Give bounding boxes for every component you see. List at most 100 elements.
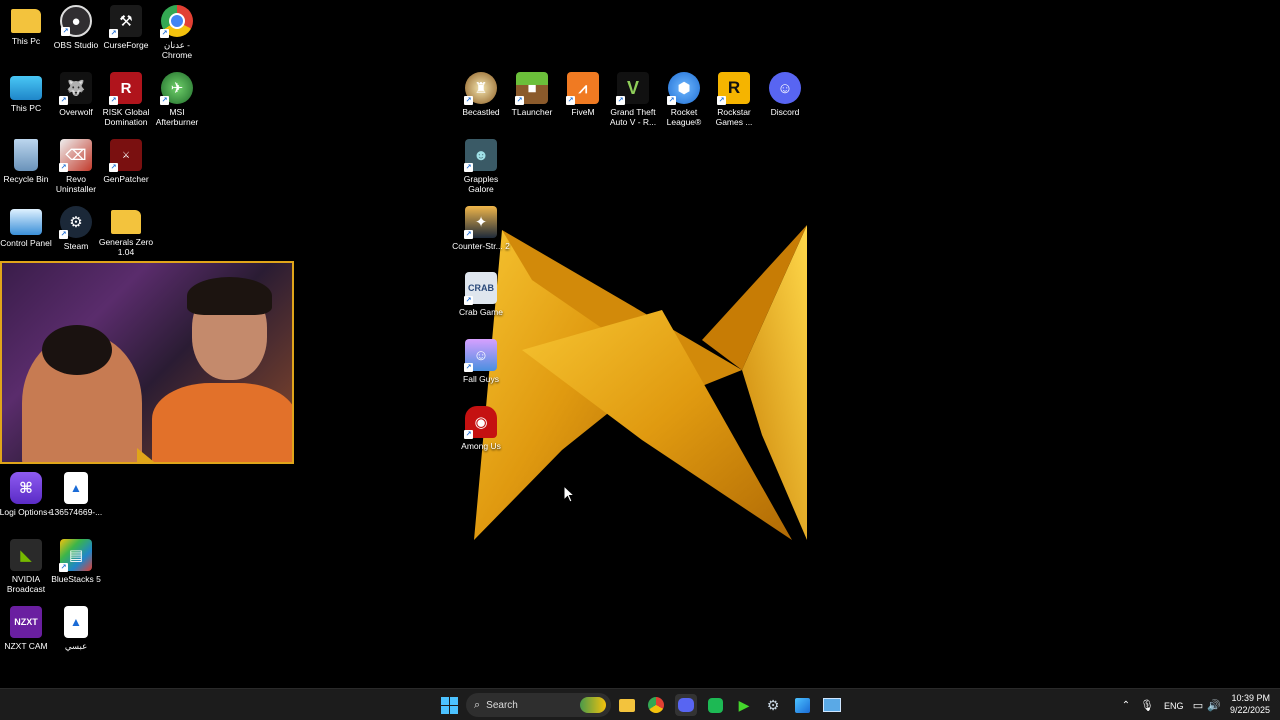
desktop-icon-crab-game[interactable]: CRAB ↗ Crab Game <box>456 272 506 317</box>
search-highlight-icon <box>580 697 606 713</box>
file-explorer-icon <box>619 698 635 712</box>
desktop-icon-fivem[interactable]: ⩘ ↗ FiveM <box>558 72 608 117</box>
network-icon: ▭ <box>1192 699 1204 712</box>
taskbar-spotify[interactable] <box>704 694 726 716</box>
paint-icon <box>794 697 810 713</box>
nzxt-icon: NZXT <box>10 606 42 638</box>
desktop-icon-nzxt[interactable]: NZXT NZXT CAM <box>1 606 51 651</box>
desktop-icon-becastled[interactable]: ♜ ↗ Becastled <box>456 72 506 117</box>
desktop-icon-generals[interactable]: Generals Zero 1.04 <box>99 206 153 257</box>
desktop-icon-obs[interactable]: ● ↗ OBS Studio <box>51 5 101 50</box>
chrome-icon <box>648 697 664 713</box>
desktop-icon-this-pc[interactable]: This PC <box>1 72 51 113</box>
desktop-icon-logi[interactable]: ⌘ Logi Options+ <box>0 472 52 517</box>
start-button[interactable] <box>438 694 460 716</box>
desktop-icon-among-us[interactable]: ◉ ↗ Among Us <box>456 406 506 451</box>
image-file-icon: ▲ <box>64 472 88 504</box>
discord-icon <box>678 698 694 712</box>
desktop-icon-bluestacks[interactable]: ▤ ↗ BlueStacks 5 <box>51 539 101 584</box>
desktop-icon-curseforge[interactable]: ⚒ ↗ CurseForge <box>101 5 151 50</box>
taskbar-discord[interactable] <box>675 694 697 716</box>
webcam-person-left-hair <box>42 325 112 375</box>
tray-microphone[interactable]: 🎙 <box>1136 694 1158 716</box>
crab-game-icon: CRAB ↗ <box>464 272 497 305</box>
icon-label: Discord <box>770 107 800 117</box>
chevron-up-icon: ⌃ <box>1121 699 1131 711</box>
desktop-icon-this-pc-folder[interactable]: This Pc <box>1 5 51 46</box>
genpatcher-icon: ⚔ ↗ <box>109 139 142 172</box>
discord-icon: ☺ <box>769 72 801 104</box>
taskbar-remote-desktop[interactable] <box>821 694 843 716</box>
icon-label: Fall Guys <box>463 374 499 384</box>
icon-label: عدنان - Chrome <box>161 40 193 60</box>
spotify-icon <box>707 697 723 713</box>
desktop-icon-chrome[interactable]: ↗ عدنان - Chrome <box>152 5 202 60</box>
recycle-bin-icon <box>14 139 38 171</box>
desktop: This Pc ● ↗ OBS Studio ⚒ ↗ CurseForge ↗ عد… <box>0 0 1280 688</box>
desktop-icon-msi[interactable]: ✈ ↗ MSI Afterburner <box>152 72 202 127</box>
icon-label: Generals Zero 1.04 <box>98 237 154 257</box>
clock-time: 10:39 PM <box>1231 693 1270 703</box>
desktop-icon-risk[interactable]: R ↗ RISK Global Domination <box>101 72 151 127</box>
icon-label: Rockstar Games ... <box>715 107 753 127</box>
obs-icon: ● ↗ <box>60 5 92 37</box>
desktop-icon-rocket-league[interactable]: ⬢ ↗ Rocket League® <box>659 72 709 127</box>
icon-label: عبسي <box>64 641 88 651</box>
msi-icon: ✈ ↗ <box>160 72 193 105</box>
icon-label: MSI Afterburner <box>155 107 199 127</box>
icon-label: TLauncher <box>511 107 553 117</box>
tray-volume[interactable]: 🔊 <box>1203 694 1225 716</box>
desktop-icon-nvidia[interactable]: ◣ NVIDIA Broadcast <box>1 539 51 594</box>
language-indicator[interactable]: ENG <box>1164 701 1184 711</box>
desktop-icon-tlauncher[interactable]: ■ ↗ TLauncher <box>507 72 557 117</box>
counter-strike-icon: ✦ ↗ <box>464 206 497 239</box>
fall-guys-icon: ☺ ↗ <box>464 339 497 372</box>
desktop-icon-genpatcher[interactable]: ⚔ ↗ GenPatcher <box>101 139 151 184</box>
grapples-icon: ☻ ↗ <box>464 139 497 172</box>
steam-icon: ⚙ <box>766 696 780 713</box>
desktop-icon-image-1[interactable]: ▲ 136574669-... <box>50 472 102 517</box>
desktop-icon-overwolf[interactable]: 🐺 ↗ Overwolf <box>51 72 101 117</box>
overwolf-icon: 🐺 ↗ <box>59 72 92 105</box>
taskbar-search-box[interactable]: ⌕ Search <box>466 693 611 717</box>
icon-label: Crab Game <box>459 307 503 317</box>
taskbar-razer[interactable]: ▶ <box>733 694 755 716</box>
icon-label: Grand Theft Auto V - R... <box>609 107 657 127</box>
desktop-icon-fall-guys[interactable]: ☺ ↗ Fall Guys <box>456 339 506 384</box>
icon-label: Among Us <box>461 441 501 451</box>
razer-icon: ▶ <box>738 696 750 713</box>
icon-label: BlueStacks 5 <box>51 574 101 584</box>
mouse-cursor-icon <box>564 486 576 503</box>
windows-logo-icon <box>440 696 458 714</box>
desktop-icon-image-2[interactable]: ▲ عبسي <box>51 606 101 651</box>
icon-label: CurseForge <box>103 40 149 50</box>
tray-overflow-button[interactable]: ⌃ <box>1115 694 1137 716</box>
chrome-icon: ↗ <box>160 5 193 38</box>
revo-icon: ⌫ ↗ <box>59 139 92 172</box>
desktop-icon-steam[interactable]: ⚙ ↗ Steam <box>51 206 101 251</box>
taskbar-chrome[interactable] <box>645 694 667 716</box>
taskbar-paint[interactable] <box>791 694 813 716</box>
microphone-icon: 🎙 <box>1140 699 1154 712</box>
desktop-icon-rockstar[interactable]: R ↗ Rockstar Games ... <box>709 72 759 127</box>
desktop-icon-discord[interactable]: ☺ Discord <box>760 72 810 117</box>
icon-label: Counter-Str... 2 <box>452 241 510 251</box>
icon-label: RISK Global Domination <box>102 107 150 127</box>
tray-clock[interactable]: 10:39 PM 9/22/2025 <box>1226 693 1270 715</box>
logi-icon: ⌘ <box>10 472 42 504</box>
taskbar-file-explorer[interactable] <box>616 694 638 716</box>
webcam-overlay[interactable] <box>0 261 294 464</box>
desktop-icon-recycle-bin[interactable]: Recycle Bin <box>1 139 51 184</box>
icon-label: Grapples Galore <box>463 174 499 194</box>
desktop-icon-gta[interactable]: V ↗ Grand Theft Auto V - R... <box>608 72 658 127</box>
steam-icon: ⚙ ↗ <box>59 206 92 239</box>
desktop-icon-grapples[interactable]: ☻ ↗ Grapples Galore <box>456 139 506 194</box>
volume-icon: 🔊 <box>1207 699 1221 712</box>
clock-date: 9/22/2025 <box>1229 705 1270 715</box>
desktop-icon-revo[interactable]: ⌫ ↗ Revo Uninstaller <box>51 139 101 194</box>
risk-icon: R ↗ <box>109 72 142 105</box>
becastled-icon: ♜ ↗ <box>464 72 497 105</box>
taskbar-steam[interactable]: ⚙ <box>762 694 784 716</box>
desktop-icon-counter-strike[interactable]: ✦ ↗ Counter-Str... 2 <box>452 206 510 251</box>
desktop-icon-control-panel[interactable]: Control Panel <box>0 206 52 248</box>
